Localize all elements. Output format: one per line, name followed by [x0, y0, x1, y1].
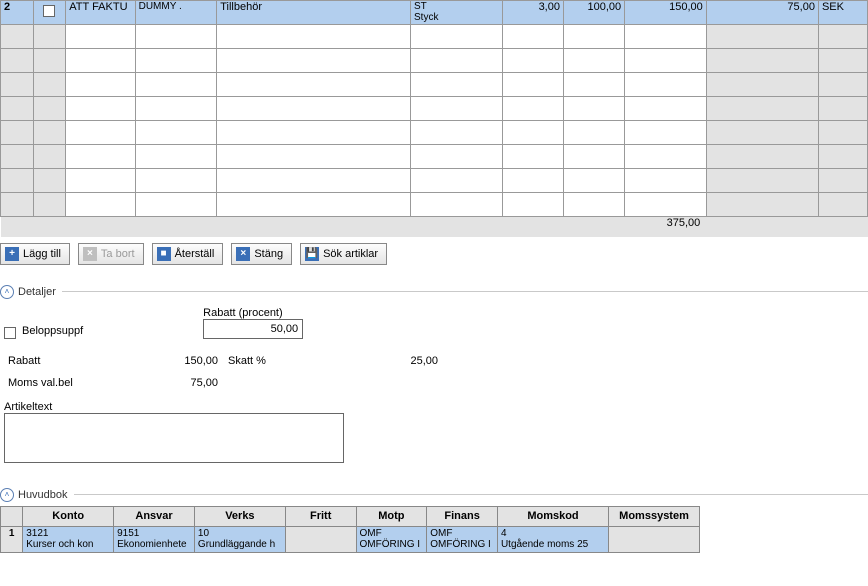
close-button[interactable]: × Stäng [231, 243, 292, 265]
rabatt-value: 150,00 [128, 355, 228, 367]
divider [62, 291, 868, 292]
ledger-cell-finans[interactable]: OMFOMFÖRING I [427, 526, 498, 552]
skatt-label: Skatt % [228, 355, 348, 367]
item-row-2[interactable]: 2 ATT FAKTU DUMMY . Tillbehör STStyck 3,… [1, 1, 868, 25]
ledger-cell-verks[interactable]: 10Grundläggande h [194, 526, 285, 552]
cell-price[interactable]: 100,00 [563, 1, 624, 25]
col-momskod[interactable]: Momskod [497, 506, 608, 526]
chevron-up-icon[interactable]: ˄ [0, 285, 14, 299]
disk-icon: 💾 [305, 247, 319, 261]
ledger-cell-fritt[interactable] [285, 526, 356, 552]
delete-button-label: Ta bort [101, 248, 135, 260]
plus-icon: + [5, 247, 19, 261]
col-finans[interactable]: Finans [427, 506, 498, 526]
skatt-value: 25,00 [348, 355, 448, 367]
ledger-cell-ansvar[interactable]: 9151Ekonomienhete [114, 526, 195, 552]
close-icon: × [236, 247, 250, 261]
close-button-label: Stäng [254, 248, 283, 260]
rabatt-procent-label: Rabatt (procent) [203, 307, 303, 319]
rabatt-label: Rabatt [8, 355, 128, 367]
artikeltext-input[interactable] [4, 413, 344, 463]
ledger-grid[interactable]: Konto Ansvar Verks Fritt Motp Finans Mom… [0, 506, 700, 553]
ledger-header[interactable]: ˄ Huvudbok [0, 488, 868, 502]
delete-button: × Ta bort [78, 243, 144, 265]
cell-amount[interactable]: 150,00 [625, 1, 707, 25]
cell-desc[interactable]: Tillbehör [217, 1, 411, 25]
ledger-section: ˄ Huvudbok Konto Ansvar Verks Fritt Motp… [0, 488, 868, 553]
x-icon: × [83, 247, 97, 261]
ledger-row-index: 1 [1, 526, 23, 552]
details-title: Detaljer [18, 286, 56, 298]
moms-label: Moms val.bel [8, 377, 128, 389]
items-grid[interactable]: 2 ATT FAKTU DUMMY . Tillbehör STStyck 3,… [0, 0, 868, 237]
artikeltext-label: Artikeltext [4, 401, 864, 413]
cell-type[interactable]: ATT FAKTU [66, 1, 135, 25]
cell-unit[interactable]: STStyck [411, 1, 503, 25]
ledger-cell-momssystem[interactable] [609, 526, 700, 552]
row-index: 2 [1, 1, 34, 25]
col-verks[interactable]: Verks [194, 506, 285, 526]
add-button[interactable]: + Lägg till [0, 243, 70, 265]
divider [74, 494, 868, 495]
rabatt-procent-input[interactable] [203, 319, 303, 339]
beloppsuppf-label: Beloppsuppf [22, 325, 83, 337]
col-momssystem[interactable]: Momssystem [609, 506, 700, 526]
row-checkbox[interactable] [43, 5, 55, 17]
toolbar: + Lägg till × Ta bort ■ Återställ × Stän… [0, 237, 868, 271]
ledger-title: Huvudbok [18, 489, 68, 501]
ledger-cell-motp[interactable]: OMFOMFÖRING I [356, 526, 427, 552]
search-button-label: Sök artiklar [323, 248, 378, 260]
moms-value: 75,00 [128, 377, 228, 389]
cell-currency[interactable]: SEK [818, 1, 867, 25]
cell-code[interactable]: DUMMY . [135, 1, 217, 25]
col-fritt[interactable]: Fritt [285, 506, 356, 526]
items-total-row: 375,00 [1, 217, 868, 237]
col-motp[interactable]: Motp [356, 506, 427, 526]
add-button-label: Lägg till [23, 248, 61, 260]
search-articles-button[interactable]: 💾 Sök artiklar [300, 243, 387, 265]
ledger-cell-momskod[interactable]: 4Utgående moms 25 [497, 526, 608, 552]
reset-icon: ■ [157, 247, 171, 261]
col-konto[interactable]: Konto [23, 506, 114, 526]
ledger-header-row: Konto Ansvar Verks Fritt Motp Finans Mom… [1, 506, 700, 526]
reset-button[interactable]: ■ Återställ [152, 243, 224, 265]
cell-qty[interactable]: 3,00 [502, 1, 563, 25]
beloppsuppf-checkbox[interactable] [4, 327, 16, 339]
cell-vat[interactable]: 75,00 [706, 1, 818, 25]
details-header[interactable]: ˄ Detaljer [0, 285, 868, 299]
ledger-row-1[interactable]: 1 3121Kurser och kon 9151Ekonomienhete 1… [1, 526, 700, 552]
ledger-cell-konto[interactable]: 3121Kurser och kon [23, 526, 114, 552]
reset-button-label: Återställ [175, 248, 215, 260]
chevron-up-icon[interactable]: ˄ [0, 488, 14, 502]
col-ansvar[interactable]: Ansvar [114, 506, 195, 526]
details-section: ˄ Detaljer Beloppsuppf Rabatt (procent) … [0, 285, 868, 474]
row-checkbox-cell[interactable] [33, 1, 66, 25]
